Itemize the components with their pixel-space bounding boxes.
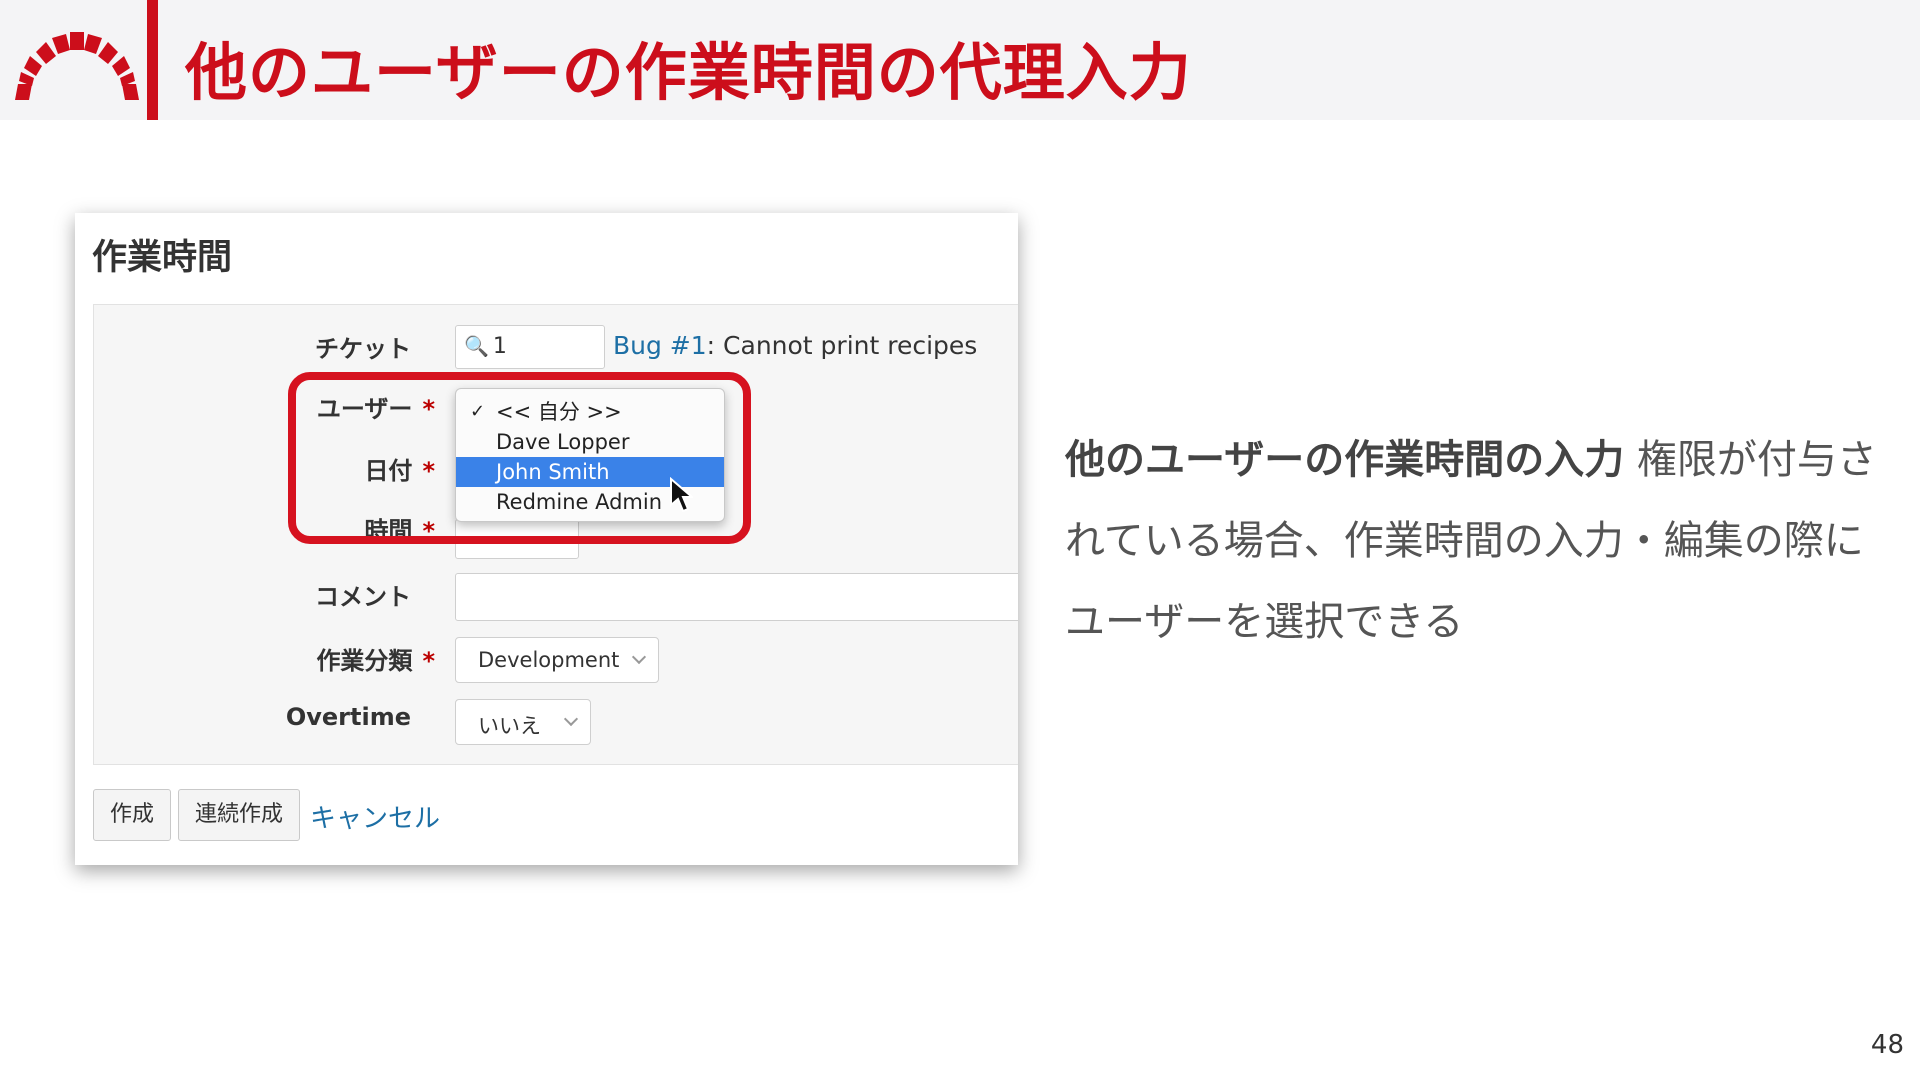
overtime-label-text: Overtime — [285, 703, 411, 731]
overtime-select[interactable]: いいえ — [455, 699, 591, 745]
activity-label: 作業分類 * — [75, 641, 435, 676]
required-mark: * — [422, 647, 435, 675]
create-continue-button[interactable]: 連続作成 — [178, 789, 300, 841]
comment-label-text: コメント — [315, 583, 411, 611]
ticket-input[interactable]: 🔍 1 — [455, 325, 605, 369]
cancel-link[interactable]: キャンセル — [310, 798, 440, 835]
ticket-link-anchor[interactable]: Bug #1 — [613, 331, 707, 360]
activity-select-value: Development — [478, 648, 620, 672]
title-accent-bar — [147, 0, 158, 120]
redmine-logo-icon — [15, 32, 139, 100]
page-number: 48 — [1870, 1030, 1904, 1060]
page-title: 作業時間 — [92, 238, 233, 278]
description-strong: 他のユーザーの作業時間の入力 — [1065, 437, 1625, 483]
comment-label: コメント — [75, 577, 411, 612]
overtime-label: Overtime — [75, 703, 411, 731]
slide-title: 他のユーザーの作業時間の代理入力 — [185, 36, 1192, 109]
activity-select[interactable]: Development — [455, 637, 659, 683]
time-entry-screenshot: 作業時間 チケット 🔍 1 Bug #1: Cannot print recipe… — [75, 213, 1018, 865]
description: 他のユーザーの作業時間の入力 権限が付与されている場合、作業時間の入力・編集の際… — [1065, 420, 1895, 663]
search-icon: 🔍 — [464, 334, 489, 358]
chevron-down-icon — [631, 649, 647, 665]
activity-label-text: 作業分類 — [316, 647, 413, 675]
ticket-label-text: チケット — [315, 335, 411, 363]
ticket-link: Bug #1: Cannot print recipes — [613, 331, 977, 360]
create-button[interactable]: 作成 — [93, 789, 171, 841]
comment-field[interactable] — [455, 573, 1018, 621]
ticket-label: チケット — [75, 329, 411, 364]
ticket-subject: : Cannot print recipes — [706, 331, 978, 360]
highlight-frame — [288, 372, 751, 544]
ticket-input-value: 1 — [492, 334, 507, 359]
chevron-down-icon — [563, 711, 579, 727]
overtime-select-value: いいえ — [478, 714, 541, 738]
